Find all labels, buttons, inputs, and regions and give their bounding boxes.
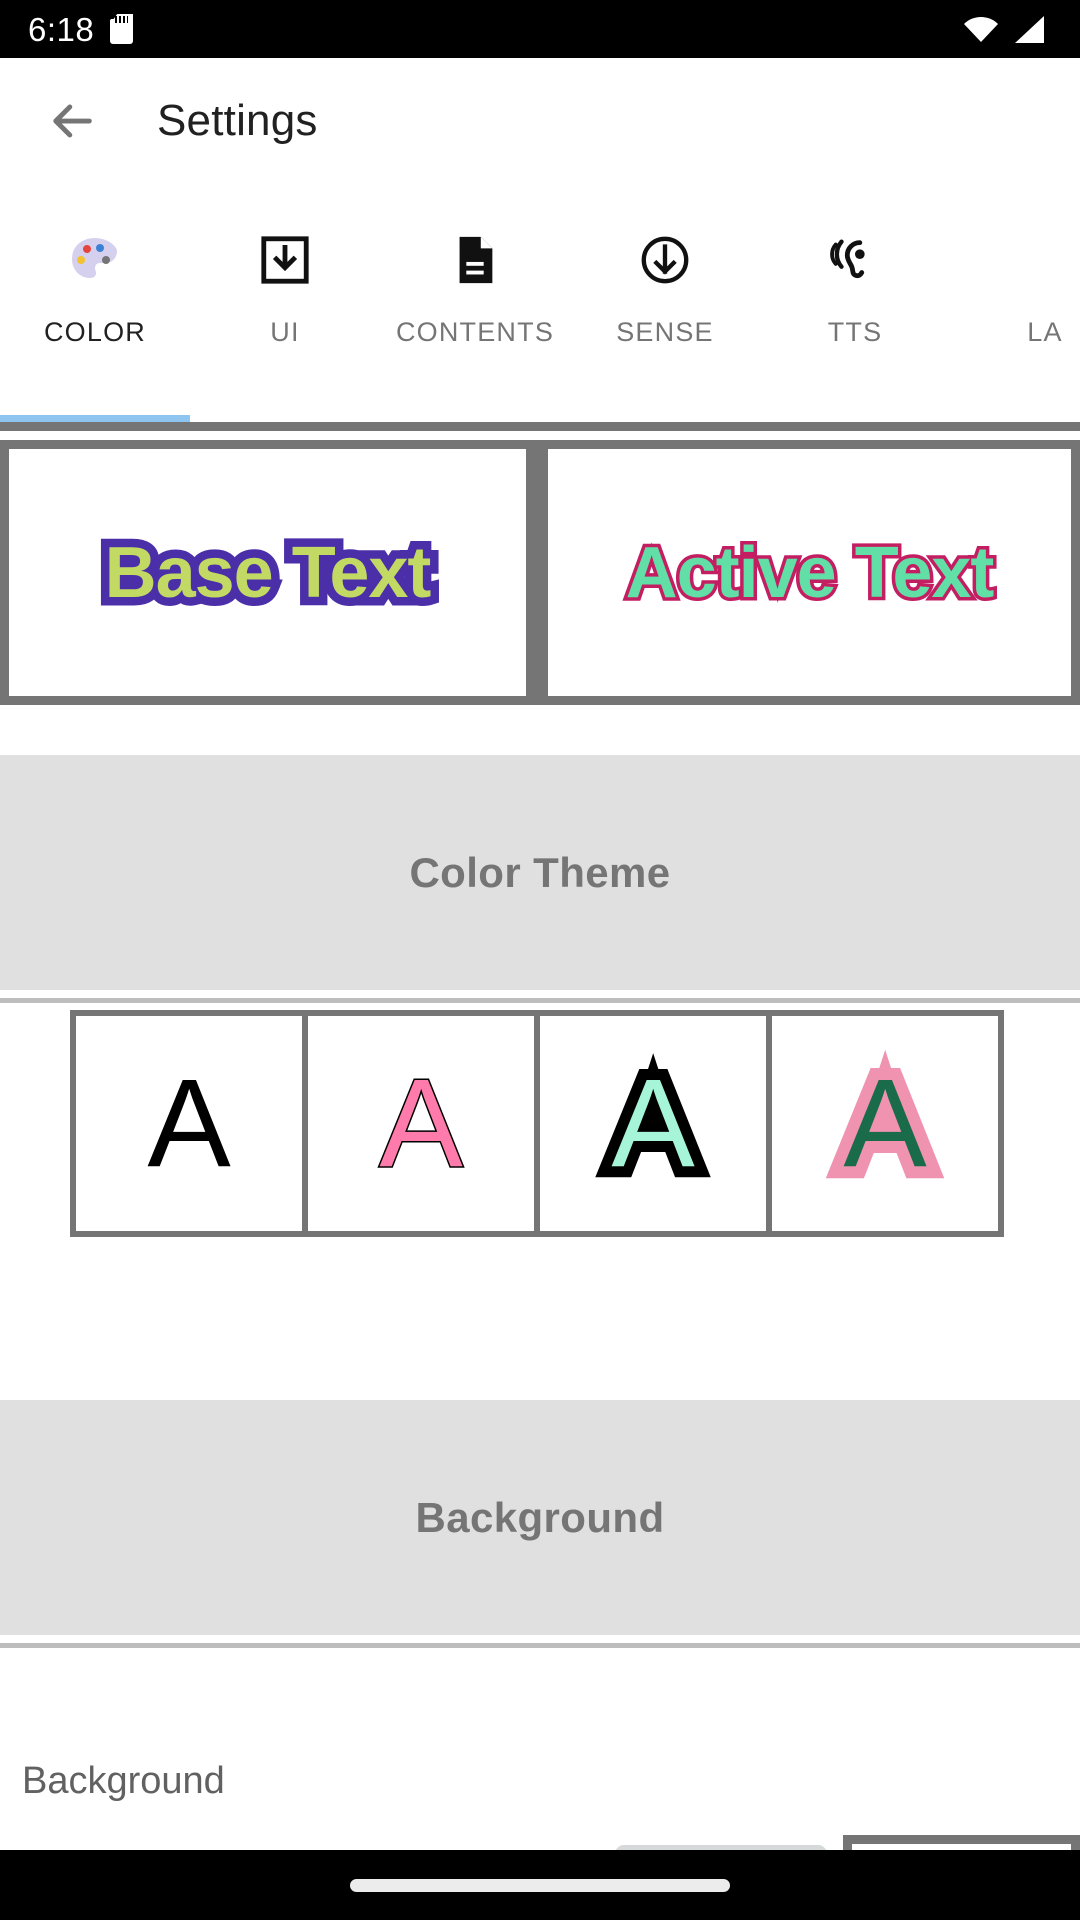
back-arrow-icon: [53, 103, 92, 138]
tab-label: LA: [1027, 317, 1063, 347]
color-theme-swatch-row[interactable]: A A A A: [70, 1010, 1004, 1237]
color-theme-divider: [0, 998, 1080, 1003]
tab-label: CONTENTS: [395, 317, 555, 347]
settings-screen: 6:18 Settings COLOR UI CONTENTS SENSE TT…: [0, 0, 1080, 1920]
swatch-glyph: A: [600, 1050, 705, 1197]
tab-contents[interactable]: CONTENTS: [380, 183, 570, 431]
circle-down-arrow-icon: [638, 229, 692, 291]
ear-hearing-icon: [828, 229, 882, 291]
status-time: 6:18: [28, 10, 95, 48]
status-bar: 6:18: [0, 0, 1080, 58]
app-bar: Settings: [0, 58, 1080, 183]
tab-label: UI: [270, 317, 300, 347]
section-title: Background: [415, 1493, 665, 1541]
sdcard-icon: [110, 14, 134, 44]
home-gesture-pill[interactable]: [350, 1878, 730, 1892]
tab-label: COLOR: [43, 317, 147, 347]
base-text-preview-label: Base Text: [96, 524, 440, 621]
tab-sense[interactable]: SENSE: [570, 183, 760, 431]
section-title: Color Theme: [409, 848, 671, 896]
download-box-icon: [258, 229, 312, 291]
document-icon: [448, 229, 502, 291]
system-nav-bar: [0, 1850, 1080, 1920]
color-theme-swatch-1[interactable]: A: [76, 1016, 302, 1231]
swatch-glyph: A: [378, 1054, 464, 1193]
tab-tts[interactable]: TTS: [760, 183, 950, 431]
background-divider: [0, 1643, 1080, 1648]
tab-label: SENSE: [616, 317, 714, 347]
tab-bar-underline: [0, 422, 1080, 431]
tab-bar: COLOR UI CONTENTS SENSE TTS LA: [0, 183, 1080, 431]
tab-strip[interactable]: COLOR UI CONTENTS SENSE TTS LA: [0, 183, 1080, 431]
status-bar-left: 6:18: [0, 10, 134, 48]
tab-active-indicator: [0, 415, 190, 422]
active-text-preview-label: Active Text: [622, 529, 998, 616]
tab-label: TTS: [827, 317, 883, 347]
color-theme-swatch-3[interactable]: A: [540, 1016, 766, 1231]
palette-icon: [67, 229, 123, 291]
status-bar-right: [964, 15, 1080, 43]
tab-languages[interactable]: LA: [950, 183, 1080, 431]
color-theme-swatch-4[interactable]: A: [772, 1016, 998, 1231]
wifi-icon: [964, 16, 998, 42]
color-theme-swatch-2[interactable]: A: [308, 1016, 534, 1231]
color-theme-section-header: Color Theme: [0, 755, 1080, 990]
swatch-glyph: A: [147, 1054, 231, 1193]
page-title: Settings: [157, 95, 318, 145]
background-section-header: Background: [0, 1400, 1080, 1635]
active-text-preview-card[interactable]: Active Text: [548, 440, 1080, 705]
tab-color[interactable]: COLOR: [0, 183, 190, 431]
text-preview-row: Base Text Active Text: [0, 440, 1080, 705]
background-row-label: Background: [22, 1760, 225, 1802]
back-button[interactable]: [42, 91, 102, 151]
tab-ui[interactable]: UI: [190, 183, 380, 431]
signal-icon: [1012, 15, 1044, 43]
base-text-preview-card[interactable]: Base Text: [0, 440, 535, 705]
swatch-glyph: A: [831, 1049, 938, 1198]
